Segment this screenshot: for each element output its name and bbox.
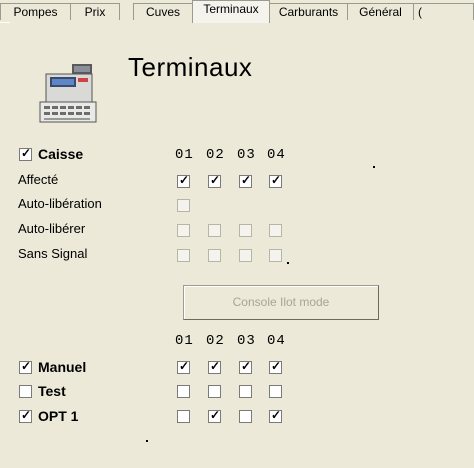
opt1-checkbox[interactable]: ✓	[19, 408, 32, 423]
stray-dot	[287, 262, 289, 264]
check-icon: ✓	[210, 408, 221, 422]
test-02-checkbox[interactable]	[208, 385, 221, 398]
check-icon: ✓	[21, 408, 32, 422]
column-header-04: 04	[267, 147, 286, 163]
auto-liberer-01-checkbox[interactable]	[177, 224, 190, 237]
manuel-checkbox[interactable]: ✓	[19, 359, 32, 374]
opt1-02-checkbox[interactable]: ✓	[208, 408, 221, 423]
test-03-checkbox[interactable]	[239, 385, 252, 398]
tab-pompes[interactable]: Pompes	[0, 3, 71, 20]
opt1-01-checkbox[interactable]	[177, 410, 190, 423]
console-ilot-mode-button[interactable]: Console Ilot mode	[183, 285, 379, 320]
tab-overflow[interactable]: (	[413, 3, 474, 20]
sans-signal-02-checkbox[interactable]	[208, 249, 221, 262]
sans-signal-03-checkbox[interactable]	[239, 249, 252, 262]
opt1-04-checkbox[interactable]: ✓	[269, 408, 282, 423]
check-icon: ✓	[241, 173, 252, 187]
column-header-02: 02	[206, 147, 225, 163]
manuel-02-checkbox[interactable]: ✓	[208, 359, 221, 374]
check-icon: ✓	[210, 359, 221, 373]
test-checkbox[interactable]	[19, 385, 32, 398]
check-icon: ✓	[271, 173, 282, 187]
row-label-sans-signal: Sans Signal	[18, 246, 88, 261]
caisse-label: Caisse	[38, 146, 84, 162]
stray-dot	[146, 440, 148, 442]
sans-signal-04-checkbox[interactable]	[269, 249, 282, 262]
row-label-auto-liberer: Auto-libérer	[18, 221, 86, 236]
tab-carburants[interactable]: Carburants	[269, 3, 348, 20]
tab-terminaux[interactable]: Terminaux	[192, 0, 270, 23]
column-header-01: 01	[175, 147, 194, 163]
auto-liberer-02-checkbox[interactable]	[208, 224, 221, 237]
column-header-03: 03	[237, 333, 256, 349]
column-header-01: 01	[175, 333, 194, 349]
affecte-04-checkbox[interactable]: ✓	[269, 173, 282, 188]
affecte-01-checkbox[interactable]: ✓	[177, 173, 190, 188]
check-icon: ✓	[21, 146, 32, 160]
column-header-03: 03	[237, 147, 256, 163]
row-label-manuel: Manuel	[38, 359, 87, 375]
manuel-01-checkbox[interactable]: ✓	[177, 359, 190, 374]
check-icon: ✓	[21, 359, 32, 373]
row-label-affecte: Affecté	[18, 172, 59, 187]
affecte-02-checkbox[interactable]: ✓	[208, 173, 221, 188]
tab-bar: Pompes Prix Cuves Terminaux Carburants G…	[0, 0, 474, 23]
tab-general[interactable]: Général	[347, 3, 414, 20]
tab-cuves[interactable]: Cuves	[133, 3, 193, 20]
stray-dot	[373, 166, 375, 168]
check-icon: ✓	[241, 359, 252, 373]
check-icon: ✓	[271, 359, 282, 373]
manuel-03-checkbox[interactable]: ✓	[239, 359, 252, 374]
row-label-auto-liberation: Auto-libération	[18, 196, 102, 211]
opt1-03-checkbox[interactable]	[239, 410, 252, 423]
column-header-02: 02	[206, 333, 225, 349]
tab-prix[interactable]: Prix	[70, 3, 120, 20]
affecte-03-checkbox[interactable]: ✓	[239, 173, 252, 188]
check-icon: ✓	[179, 359, 190, 373]
check-icon: ✓	[179, 173, 190, 187]
auto-liberation-01-checkbox[interactable]	[177, 199, 190, 212]
manuel-04-checkbox[interactable]: ✓	[269, 359, 282, 374]
row-label-test: Test	[38, 383, 66, 399]
auto-liberer-04-checkbox[interactable]	[269, 224, 282, 237]
auto-liberer-03-checkbox[interactable]	[239, 224, 252, 237]
row-label-opt1: OPT 1	[38, 408, 79, 424]
sans-signal-01-checkbox[interactable]	[177, 249, 190, 262]
cash-register-icon	[39, 64, 97, 123]
test-01-checkbox[interactable]	[177, 385, 190, 398]
test-04-checkbox[interactable]	[269, 385, 282, 398]
check-icon: ✓	[210, 173, 221, 187]
check-icon: ✓	[271, 408, 282, 422]
column-header-04: 04	[267, 333, 286, 349]
caisse-checkbox[interactable]: ✓	[19, 146, 32, 161]
page-title: Terminaux	[128, 52, 253, 82]
